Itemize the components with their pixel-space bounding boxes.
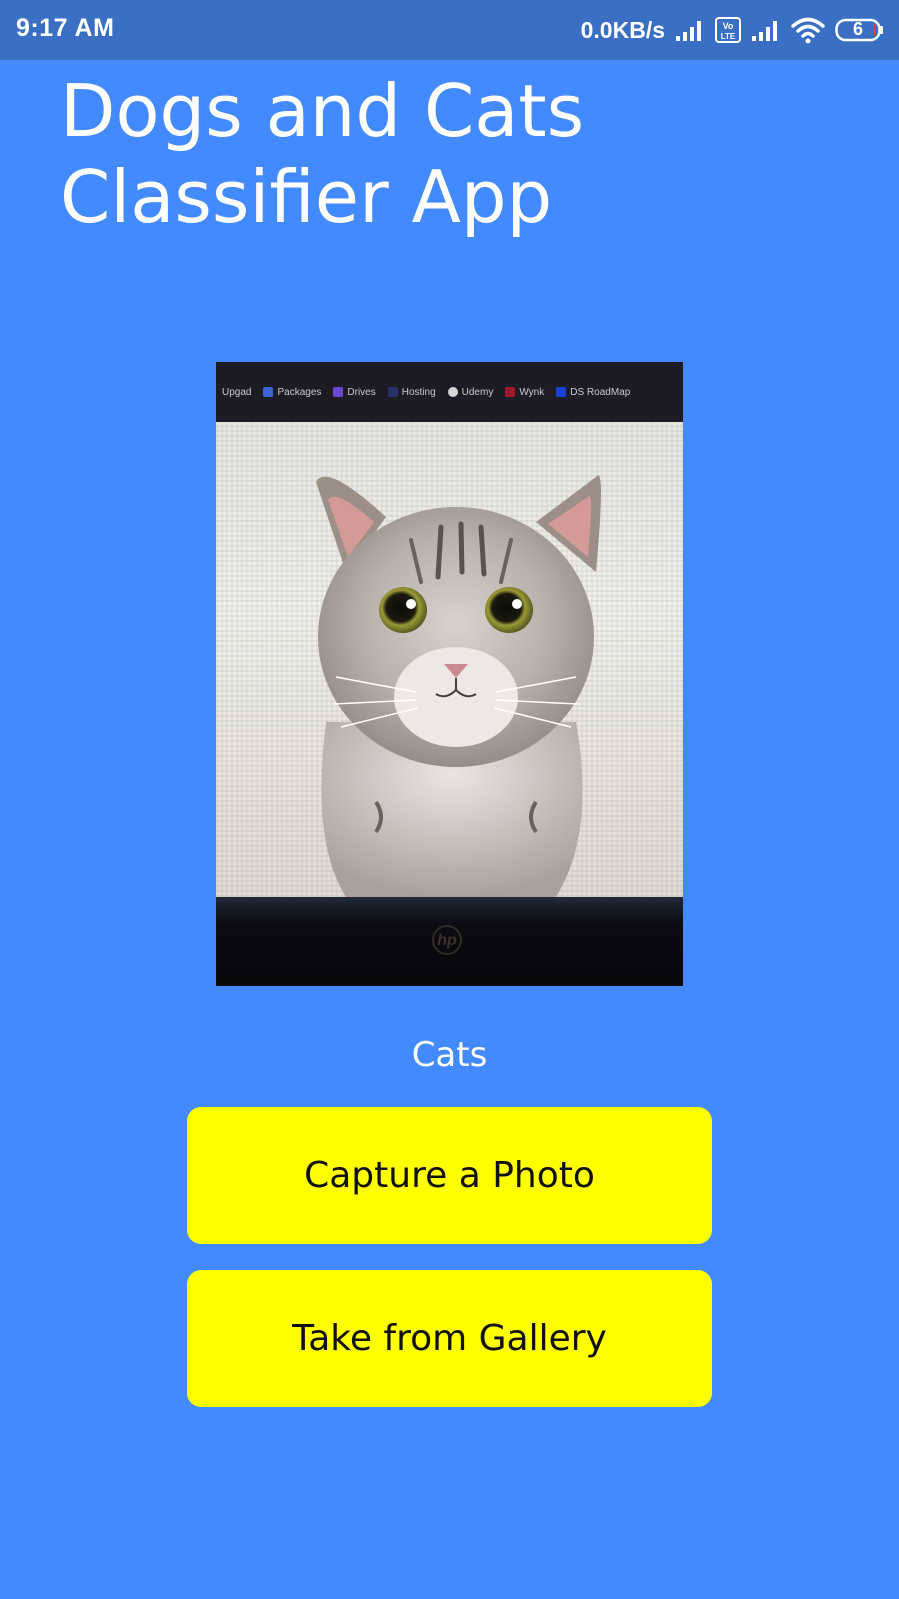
volte-icon: Vo LTE: [715, 17, 741, 43]
bookmark-item: Udemy: [447, 387, 493, 398]
bookmark-item: Drives: [333, 387, 376, 398]
battery-icon: 6: [835, 18, 885, 42]
bookmark-icon: [505, 387, 516, 397]
cat-icon: [316, 475, 601, 897]
battery-level: 6: [852, 19, 863, 39]
cat-photo: Upgad Packages Drives Hosting Udemy Wynk…: [216, 362, 683, 986]
gallery-button[interactable]: Take from Gallery: [187, 1270, 712, 1407]
photo-bookmark-bar: Upgad Packages Drives Hosting Udemy Wynk…: [216, 362, 683, 422]
svg-text:LTE: LTE: [721, 32, 736, 41]
bookmark-item: DS RoadMap: [556, 387, 630, 398]
bookmark-item: Wynk: [505, 387, 544, 398]
app-title: Dogs and Cats Classifier App: [60, 69, 585, 239]
bookmark-item: Upgad: [222, 386, 252, 398]
status-icons: 0.0KB/s Vo LTE 6: [581, 14, 885, 46]
bookmark-item: Packages: [263, 387, 321, 398]
svg-text:Vo: Vo: [723, 21, 734, 31]
signal-icon-2: [751, 18, 781, 42]
bookmark-icon: [333, 387, 344, 397]
wifi-icon: [791, 16, 825, 44]
bookmark-icon: [387, 387, 398, 397]
laptop-bezel: hp: [216, 897, 683, 986]
bookmark-icon: [263, 387, 274, 397]
capture-photo-button[interactable]: Capture a Photo: [187, 1107, 712, 1244]
status-bar: 9:17 AM 0.0KB/s Vo LTE 6: [0, 0, 899, 60]
laptop-screen: [216, 422, 683, 897]
prediction-result: Cats: [411, 1035, 488, 1075]
bookmark-icon: [447, 387, 458, 397]
status-time: 9:17 AM: [16, 14, 115, 42]
signal-icon: [675, 18, 705, 42]
hp-logo: hp: [432, 925, 462, 955]
bookmark-icon: [556, 387, 567, 397]
bookmark-item: Hosting: [387, 387, 436, 398]
network-speed: 0.0KB/s: [580, 16, 665, 43]
